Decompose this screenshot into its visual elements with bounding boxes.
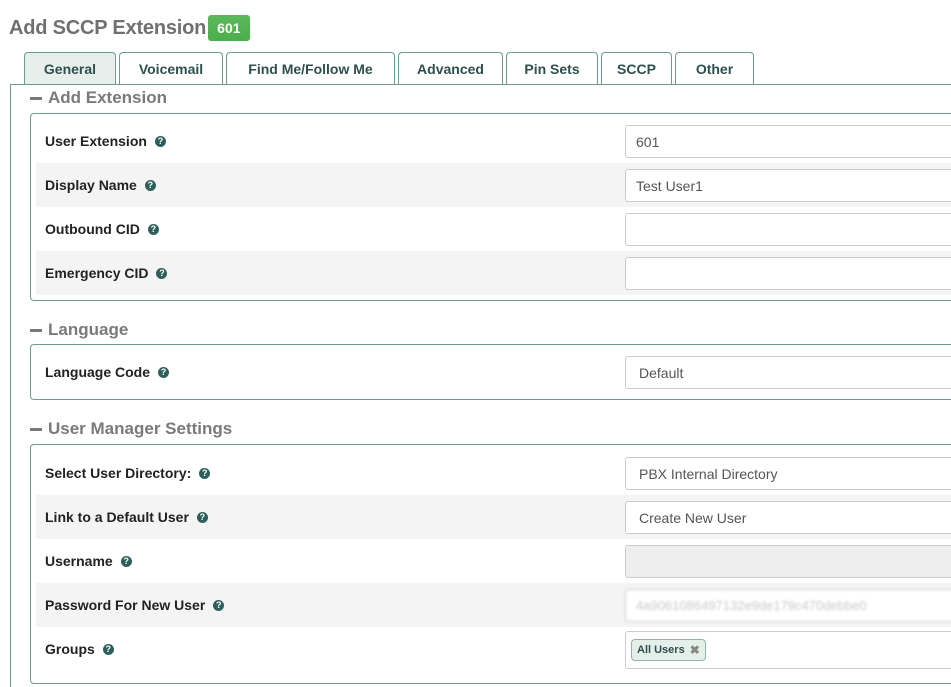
- tab-voicemail[interactable]: Voicemail: [119, 52, 223, 84]
- field-label: Outbound CID?: [45, 207, 159, 251]
- tab-label: Pin Sets: [524, 60, 580, 77]
- page: Add SCCP Extension 601 General Voicemail…: [0, 0, 951, 687]
- label-text: User Extension: [45, 133, 147, 149]
- form-row-default-user: Link to a Default User? Create New User: [36, 495, 951, 539]
- select-value: Create New User: [639, 509, 747, 526]
- outbound-cid-input[interactable]: [625, 213, 951, 246]
- user-extension-input[interactable]: [625, 125, 951, 158]
- label-text: Outbound CID: [45, 221, 140, 237]
- title-row: Add SCCP Extension 601: [9, 15, 250, 41]
- field-label: Groups?: [45, 627, 114, 671]
- extension-badge: 601: [208, 15, 250, 41]
- help-icon[interactable]: ?: [156, 267, 168, 279]
- section-add-extension: User Extension? Display Name? Outbound C…: [30, 113, 951, 301]
- password-input[interactable]: 4a9061086497132e9de179c470debbe0: [625, 589, 951, 622]
- form-row-display-name: Display Name?: [36, 163, 951, 207]
- user-directory-select[interactable]: PBX Internal Directory: [625, 457, 951, 490]
- field-label: Language Code?: [45, 350, 170, 394]
- label-text: Groups: [45, 641, 95, 657]
- label-text: Language Code: [45, 364, 151, 380]
- tab-bar: General Voicemail Find Me/Follow Me Adva…: [24, 52, 757, 85]
- form-row-user-directory: Select User Directory:? PBX Internal Dir…: [36, 451, 951, 495]
- tab-label: Voicemail: [138, 60, 204, 77]
- label-text: Link to a Default User: [45, 509, 189, 525]
- password-value: 4a9061086497132e9de179c470debbe0: [636, 598, 867, 613]
- help-icon[interactable]: ?: [154, 135, 166, 147]
- tab-general[interactable]: General: [24, 52, 116, 85]
- section-header-add-extension[interactable]: Add Extension: [30, 88, 167, 108]
- field-label: Username?: [45, 539, 132, 583]
- section-language: Language Code? Default: [30, 344, 951, 400]
- label-text: Username: [45, 553, 113, 569]
- select-value: Default: [639, 364, 684, 381]
- section-header-language[interactable]: Language: [30, 320, 128, 340]
- tab-other[interactable]: Other: [675, 52, 754, 84]
- remove-tag-icon[interactable]: ✖: [690, 643, 700, 657]
- page-title: Add SCCP Extension: [9, 16, 207, 39]
- tab-label: Other: [695, 60, 734, 77]
- select-value: PBX Internal Directory: [639, 465, 778, 482]
- tab-sccp[interactable]: SCCP: [601, 52, 672, 84]
- tab-find-me-follow-me[interactable]: Find Me/Follow Me: [226, 52, 395, 84]
- group-tag-all-users: All Users ✖: [631, 639, 706, 661]
- form-row-password: Password For New User? 4a9061086497132e9…: [36, 583, 951, 627]
- default-user-select[interactable]: Create New User: [625, 501, 951, 534]
- field-label: Password For New User?: [45, 583, 225, 627]
- help-icon[interactable]: ?: [213, 599, 225, 611]
- label-text: Display Name: [45, 177, 137, 193]
- help-icon[interactable]: ?: [199, 467, 211, 479]
- tab-label: Find Me/Follow Me: [248, 60, 373, 77]
- field-label: User Extension?: [45, 119, 166, 163]
- help-icon[interactable]: ?: [147, 223, 159, 235]
- field-label: Select User Directory:?: [45, 451, 211, 495]
- minus-icon: [30, 428, 42, 431]
- form-row-outbound-cid: Outbound CID?: [36, 207, 951, 251]
- label-text: Select User Directory:: [45, 465, 192, 481]
- language-code-select[interactable]: Default: [625, 356, 951, 389]
- field-label: Display Name?: [45, 163, 156, 207]
- minus-icon: [30, 329, 42, 332]
- emergency-cid-input[interactable]: [625, 257, 951, 290]
- label-text: Emergency CID: [45, 265, 149, 281]
- minus-icon: [30, 97, 42, 100]
- tab-label: Advanced: [417, 60, 484, 77]
- tag-label: All Users: [637, 644, 685, 656]
- section-title: Language: [48, 320, 129, 339]
- form-row-groups: Groups? All Users ✖: [36, 627, 951, 671]
- help-icon[interactable]: ?: [120, 555, 132, 567]
- section-header-user-manager[interactable]: User Manager Settings: [30, 419, 232, 439]
- field-label: Emergency CID?: [45, 251, 168, 295]
- section-user-manager: Select User Directory:? PBX Internal Dir…: [30, 444, 951, 684]
- username-input: [625, 545, 951, 578]
- tab-pin-sets[interactable]: Pin Sets: [506, 52, 598, 84]
- tab-label: General: [43, 61, 97, 77]
- tab-advanced[interactable]: Advanced: [398, 52, 503, 84]
- section-title: Add Extension: [48, 88, 168, 107]
- form-row-emergency-cid: Emergency CID?: [36, 251, 951, 295]
- label-text: Password For New User: [45, 597, 206, 613]
- form-row-language-code: Language Code? Default: [36, 350, 951, 394]
- groups-multiselect[interactable]: All Users ✖: [625, 631, 951, 669]
- help-icon[interactable]: ?: [102, 643, 114, 655]
- section-title: User Manager Settings: [48, 419, 233, 438]
- form-row-user-extension: User Extension?: [36, 119, 951, 163]
- help-icon[interactable]: ?: [158, 366, 170, 378]
- help-icon[interactable]: ?: [196, 511, 208, 523]
- field-label: Link to a Default User?: [45, 495, 208, 539]
- tab-label: SCCP: [617, 60, 656, 77]
- help-icon[interactable]: ?: [144, 179, 156, 191]
- form-row-username: Username?: [36, 539, 951, 583]
- display-name-input[interactable]: [625, 169, 951, 202]
